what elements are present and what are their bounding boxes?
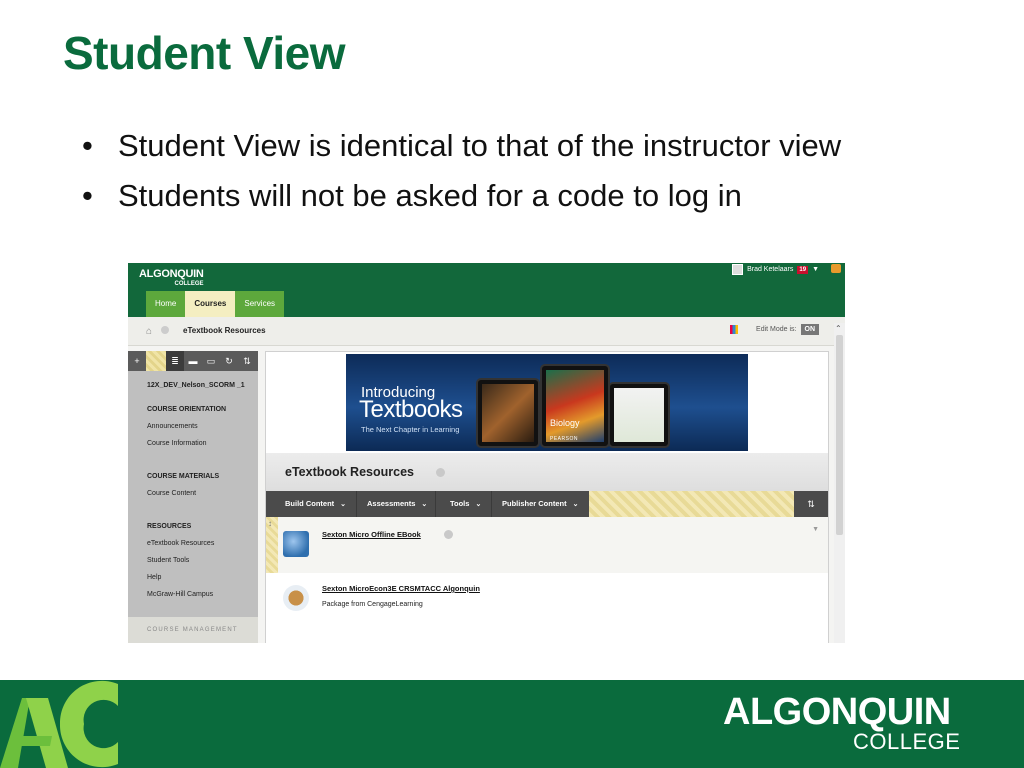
- sort-icon[interactable]: ⇅: [238, 351, 256, 371]
- content-item: ↕ Sexton Micro Offline EBook ▼: [266, 517, 828, 574]
- lms-logo-line2: COLLEGE: [174, 281, 204, 287]
- content-item: Sexton MicroEcon3E CRSMTACC Algonquin Pa…: [266, 573, 828, 643]
- page-title: eTextbook Resources: [285, 465, 414, 479]
- tab-bar: Home Courses Services: [146, 291, 285, 317]
- tools-button[interactable]: Tools ⌄: [431, 491, 481, 517]
- edit-mode-toggle[interactable]: ON: [800, 324, 819, 335]
- book-title: Biology: [550, 418, 580, 428]
- user-menu[interactable]: Brad Ketelaars 19 ▼: [732, 264, 819, 275]
- tab-services[interactable]: Services: [235, 291, 285, 317]
- item-subtitle: Package from CengageLearning: [322, 601, 423, 608]
- tools-label: Tools: [450, 499, 470, 508]
- folder-view-icon[interactable]: ▬: [184, 351, 202, 371]
- drag-handle[interactable]: ↕: [266, 517, 278, 573]
- window-icon[interactable]: ▭: [202, 351, 220, 371]
- bullet-item: • Students will not be asked for a code t…: [82, 178, 841, 228]
- book-publisher: PEARSON: [550, 436, 578, 442]
- chevron-down-icon[interactable]: ▼: [812, 526, 819, 533]
- user-name: Brad Ketelaars: [747, 266, 794, 273]
- item-title-link[interactable]: Sexton Micro Offline EBook: [322, 530, 421, 539]
- assessments-label: Assessments: [367, 499, 416, 508]
- section-heading: COURSE MATERIALS: [147, 473, 220, 480]
- breadcrumb: ⌂ eTextbook Resources Edit Mode is: ON: [128, 317, 845, 346]
- section-heading: COURSE ORIENTATION: [147, 406, 227, 413]
- package-icon: [283, 585, 309, 611]
- chevron-down-icon[interactable]: [436, 468, 445, 477]
- build-content-button[interactable]: Build Content ⌄: [266, 491, 346, 517]
- footer-logo-line1: ALGONQUIN: [723, 691, 951, 733]
- sidebar-item-mcgraw-hill[interactable]: McGraw-Hill Campus: [147, 586, 255, 603]
- chevron-down-icon: ⌄: [421, 501, 428, 508]
- tab-courses[interactable]: Courses: [185, 291, 236, 317]
- edit-mode: Edit Mode is: ON: [730, 324, 819, 335]
- bullet-symbol: •: [82, 128, 93, 163]
- sidebar-item-announcements[interactable]: Announcements: [147, 418, 255, 435]
- course-menu: + ≣ ▬ ▭ ↻ ⇅ 12X_DEV_Nelson_SCORM _1 COUR…: [128, 351, 258, 643]
- globe-document-icon: [283, 531, 309, 557]
- course-id[interactable]: 12X_DEV_Nelson_SCORM _1: [147, 381, 255, 401]
- chevron-up-icon[interactable]: ⌃: [835, 324, 842, 333]
- avatar: [732, 264, 744, 275]
- textbook-banner: Introducing Textbooks The Next Chapter i…: [346, 354, 748, 451]
- add-icon[interactable]: +: [128, 351, 146, 371]
- speaker-icon[interactable]: [831, 264, 841, 273]
- course-menu-toolbar: + ≣ ▬ ▭ ↻ ⇅: [128, 351, 258, 371]
- edit-mode-label: Edit Mode is:: [756, 326, 797, 333]
- books-icon[interactable]: [730, 325, 739, 334]
- section-heading: RESOURCES: [147, 523, 192, 530]
- tablet-image: [608, 382, 670, 448]
- refresh-icon[interactable]: ↻: [220, 351, 238, 371]
- sidebar-item-help[interactable]: Help: [147, 569, 255, 586]
- footer-logo-line2: COLLEGE: [853, 729, 961, 754]
- chevron-down-icon: ⌄: [572, 501, 579, 508]
- item-title-link[interactable]: Sexton MicroEcon3E CRSMTACC Algonquin: [322, 584, 480, 593]
- bullet-item: • Student View is identical to that of th…: [82, 128, 841, 178]
- assessments-button[interactable]: Assessments ⌄: [348, 491, 427, 517]
- slide-title: Student View: [63, 27, 345, 79]
- notification-badge[interactable]: 19: [797, 265, 809, 274]
- chevron-down-icon: ⌄: [475, 501, 482, 508]
- course-menu-list: 12X_DEV_Nelson_SCORM _1 COURSE ORIENTATI…: [147, 381, 255, 603]
- chevron-down-icon: ⌄: [340, 501, 347, 508]
- page-header: eTextbook Resources: [266, 453, 828, 491]
- bullet-list: • Student View is identical to that of th…: [82, 128, 841, 228]
- item-menu-icon[interactable]: [444, 530, 453, 539]
- drag-arrows-icon: ↕: [268, 519, 272, 528]
- lms-header: ALGONQUIN COLLEGE Brad Ketelaars 19 ▼ Ho…: [128, 263, 845, 317]
- breadcrumb-label[interactable]: eTextbook Resources: [183, 326, 266, 335]
- chevron-down-icon[interactable]: ▼: [812, 266, 819, 273]
- tab-home[interactable]: Home: [146, 291, 186, 317]
- footer-band: ALGONQUIN COLLEGE: [0, 680, 1024, 768]
- scrollbar[interactable]: ⌃: [834, 323, 845, 643]
- sidebar-item-course-information[interactable]: Course Information: [147, 435, 255, 452]
- list-view-icon[interactable]: ≣: [166, 351, 184, 371]
- lms-screenshot: ALGONQUIN COLLEGE Brad Ketelaars 19 ▼ Ho…: [128, 263, 845, 643]
- sort-icon[interactable]: ⇅: [794, 491, 828, 517]
- course-management-header[interactable]: COURSE MANAGEMENT: [128, 617, 258, 643]
- sidebar-item-etextbook-resources[interactable]: eTextbook Resources: [147, 535, 255, 552]
- bullet-text: Student View is identical to that of the…: [118, 128, 842, 163]
- tablet-image: [476, 378, 540, 448]
- breadcrumb-menu-icon[interactable]: [161, 326, 169, 334]
- publisher-content-button[interactable]: Publisher Content ⌄: [483, 491, 578, 517]
- sidebar-item-student-tools[interactable]: Student Tools: [147, 552, 255, 569]
- home-icon[interactable]: ⌂: [146, 326, 152, 337]
- bullet-text: Students will not be asked for a code to…: [118, 178, 742, 213]
- build-content-label: Build Content: [285, 499, 335, 508]
- publisher-content-label: Publisher Content: [502, 499, 567, 508]
- scrollbar-thumb[interactable]: [836, 335, 843, 535]
- lms-logo[interactable]: ALGONQUIN COLLEGE: [139, 269, 204, 289]
- sidebar-item-course-content[interactable]: Course Content: [147, 485, 255, 502]
- banner-line3: The Next Chapter in Learning: [361, 425, 460, 434]
- content-area: Introducing Textbooks The Next Chapter i…: [265, 351, 829, 643]
- tablet-image: Biology PEARSON: [540, 364, 610, 448]
- banner-line2: Textbooks: [359, 396, 463, 423]
- ac-logo-icon: [0, 680, 118, 768]
- drag-area: [589, 491, 794, 517]
- bullet-symbol: •: [82, 178, 93, 213]
- grip-area: [146, 351, 166, 371]
- action-bar: Build Content ⌄ Assessments ⌄ Tools ⌄ Publi…: [266, 491, 828, 517]
